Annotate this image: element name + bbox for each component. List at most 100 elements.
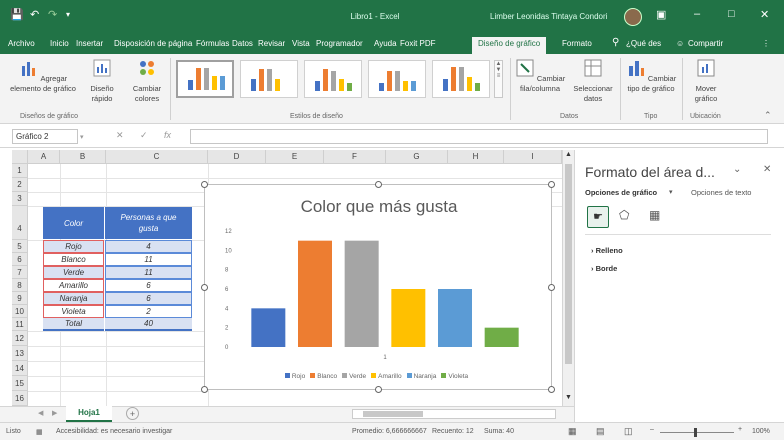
table-row-label[interactable]: Blanco: [43, 253, 104, 266]
select-data-button[interactable]: Seleccionar datos: [570, 58, 616, 104]
row-header[interactable]: 11: [12, 318, 28, 331]
table-row-value[interactable]: 2: [105, 305, 192, 318]
page-break-view-icon[interactable]: ◫: [624, 426, 633, 437]
bar-verde[interactable]: [344, 240, 379, 347]
ribbon-display-icon[interactable]: ▣: [656, 8, 666, 21]
row-header[interactable]: 8: [12, 279, 28, 292]
styles-scroll[interactable]: ▲ ▼ ≡: [494, 60, 503, 98]
table-row-value[interactable]: 6: [105, 279, 192, 292]
tab-diseno-grafico[interactable]: Diseño de gráfico: [472, 37, 547, 54]
table-row-value[interactable]: 11: [105, 253, 192, 266]
pane-options-icon[interactable]: ⌄: [733, 164, 741, 175]
fill-line-icon[interactable]: ☛: [587, 206, 609, 228]
plot-area[interactable]: 0 2 4 6 8 10 12 1: [205, 185, 553, 391]
tab-insertar[interactable]: Insertar: [76, 39, 103, 48]
save-icon[interactable]: 💾: [10, 8, 24, 21]
table-row-value[interactable]: 11: [105, 266, 192, 279]
tab-text-options[interactable]: Opciones de texto: [691, 188, 751, 197]
add-chart-element-button[interactable]: Agregar elemento de gráfico: [8, 58, 78, 94]
chart-style-4[interactable]: [368, 60, 426, 98]
tab-ayuda[interactable]: Ayuda: [374, 39, 397, 48]
zoom-level[interactable]: 100%: [752, 428, 770, 435]
insert-function-icon[interactable]: fx: [164, 130, 171, 140]
row-header[interactable]: 3: [12, 192, 28, 206]
user-name[interactable]: Limber Leonidas Tintaya Condori: [490, 12, 607, 21]
share-icon[interactable]: ☺: [676, 39, 684, 48]
row-header[interactable]: 13: [12, 346, 28, 361]
table-row-label[interactable]: Verde: [43, 266, 104, 279]
undo-icon[interactable]: ↶: [30, 8, 39, 21]
effects-icon[interactable]: ⬠: [619, 208, 629, 222]
add-sheet-button[interactable]: +: [126, 407, 139, 420]
close-icon[interactable]: ✕: [760, 8, 769, 21]
name-box-dropdown-icon[interactable]: ▾: [80, 133, 84, 141]
tab-programador[interactable]: Programador: [316, 39, 363, 48]
legend-item[interactable]: Naranja: [406, 373, 436, 380]
tab-foxit[interactable]: Foxit PDF: [400, 39, 436, 48]
zoom-slider[interactable]: [660, 432, 734, 433]
tab-disposicion[interactable]: Disposición de página: [114, 39, 192, 48]
table-header-color[interactable]: Color: [43, 207, 104, 239]
section-borde[interactable]: › Borde: [591, 264, 617, 273]
col-header[interactable]: I: [504, 150, 562, 164]
legend-item[interactable]: Violeta: [441, 373, 468, 380]
customize-toolbar-icon[interactable]: ▾: [66, 10, 70, 19]
row-header[interactable]: 1: [12, 164, 28, 178]
prev-sheet-icon[interactable]: ◀: [38, 409, 43, 417]
table-header-count[interactable]: Personas a que gusta: [105, 207, 192, 239]
chart-area[interactable]: Color que más gusta 0 2 4 6 8 10 12 1 Rojo Blanc…: [201, 181, 555, 393]
col-header[interactable]: E: [266, 150, 324, 164]
chart-style-1[interactable]: [176, 60, 234, 98]
tab-chart-options[interactable]: Opciones de gráfico: [585, 188, 657, 197]
normal-view-icon[interactable]: ▦: [568, 426, 577, 437]
formula-input[interactable]: [190, 129, 768, 144]
legend-item[interactable]: Amarillo: [371, 373, 402, 380]
section-relleno[interactable]: › Relleno: [591, 246, 623, 255]
row-header[interactable]: 12: [12, 331, 28, 346]
row-header[interactable]: 14: [12, 361, 28, 376]
confirm-icon[interactable]: ✓: [140, 130, 148, 141]
horizontal-scrollbar[interactable]: [352, 409, 556, 419]
table-row-label[interactable]: Naranja: [43, 292, 104, 305]
table-row-label[interactable]: Amarillo: [43, 279, 104, 292]
col-header[interactable]: C: [106, 150, 208, 164]
cancel-icon[interactable]: ✕: [116, 130, 124, 141]
table-total-label[interactable]: Total: [43, 318, 104, 331]
row-header[interactable]: 5: [12, 240, 28, 253]
row-header[interactable]: 7: [12, 266, 28, 279]
avatar[interactable]: [624, 8, 642, 26]
col-header[interactable]: B: [60, 150, 106, 164]
table-total-value[interactable]: 40: [105, 318, 192, 331]
bar-blanco[interactable]: [298, 240, 332, 347]
bar-violeta[interactable]: [484, 327, 519, 347]
sheet-tab-hoja1[interactable]: Hoja1: [66, 406, 112, 422]
tab-formulas[interactable]: Fórmulas: [196, 39, 229, 48]
select-all-corner[interactable]: [12, 150, 28, 164]
tab-revisar[interactable]: Revisar: [258, 39, 285, 48]
name-box[interactable]: Gráfico 2: [12, 129, 78, 144]
macro-icon[interactable]: ▦: [36, 428, 43, 436]
move-chart-button[interactable]: Mover gráfico: [686, 58, 726, 104]
zoom-out-icon[interactable]: –: [650, 426, 654, 433]
bar-amarillo[interactable]: [391, 289, 426, 347]
collapse-ribbon-icon[interactable]: ⌃: [764, 110, 772, 121]
table-row-value[interactable]: 4: [105, 240, 192, 253]
chart-legend[interactable]: Rojo Blanco Verde Amarillo Naranja Violeta: [205, 373, 553, 380]
row-header[interactable]: 9: [12, 292, 28, 305]
legend-item[interactable]: Rojo: [284, 373, 305, 380]
tab-formato[interactable]: Formato: [562, 39, 592, 48]
size-properties-icon[interactable]: ▦: [649, 208, 660, 222]
scroll-thumb[interactable]: [363, 411, 423, 417]
row-header[interactable]: 4: [12, 206, 28, 240]
scroll-down-icon[interactable]: ▼: [565, 394, 572, 401]
col-header[interactable]: D: [208, 150, 266, 164]
table-row-label[interactable]: Violeta: [43, 305, 104, 318]
change-colors-button[interactable]: Cambiar colores: [128, 58, 166, 104]
col-header[interactable]: F: [324, 150, 386, 164]
tab-vista[interactable]: Vista: [292, 39, 310, 48]
quick-layout-button[interactable]: Diseño rápido: [84, 58, 120, 104]
row-header[interactable]: 2: [12, 178, 28, 192]
bar-naranja[interactable]: [438, 289, 472, 347]
tab-archivo[interactable]: Archivo: [8, 39, 35, 48]
minimize-icon[interactable]: –: [694, 8, 700, 20]
